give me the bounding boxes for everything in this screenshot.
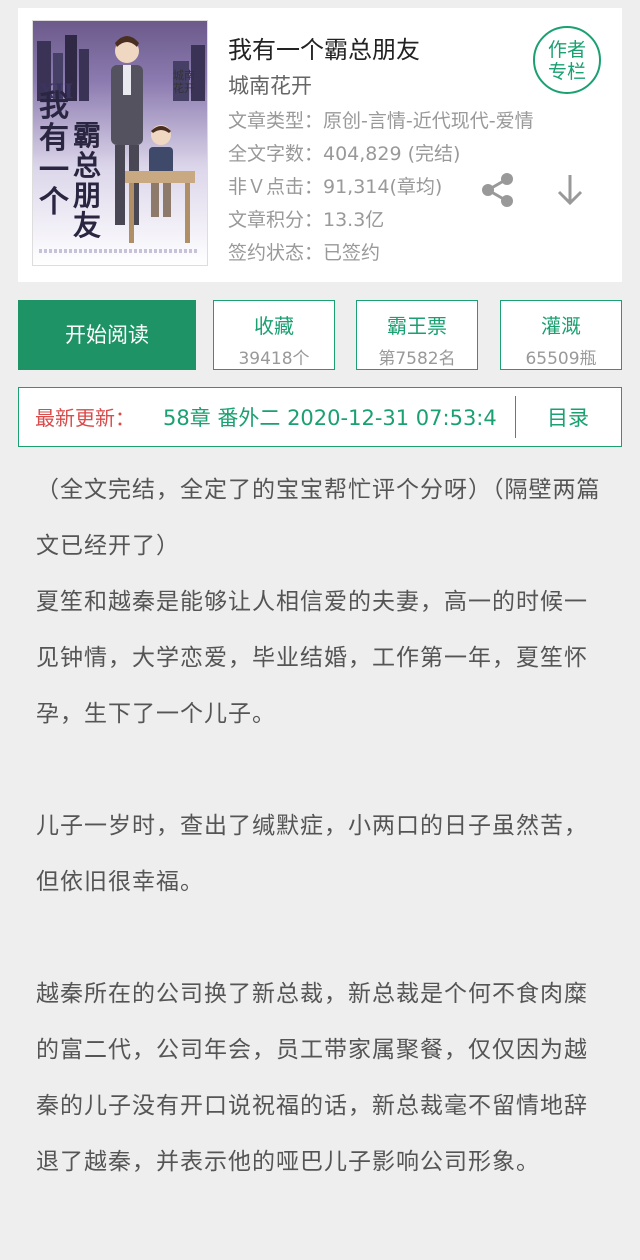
- synopsis: （全文完结，全定了的宝宝帮忙评个分呀）（隔壁两篇文已经开了） 夏笙和越秦是能够让…: [36, 462, 606, 1190]
- synopsis-paragraph: 越秦所在的公司换了新总裁，新总裁是个何不食肉糜的富二代，公司年会，员工带家属聚餐…: [36, 981, 588, 1175]
- divider: [515, 396, 516, 438]
- overlord-ticket-button[interactable]: 霸王票 第7582名: [356, 300, 478, 370]
- badge-line1: 作者: [547, 39, 586, 61]
- irrigate-count: 65509瓶: [525, 349, 597, 369]
- favorite-label: 收藏: [254, 314, 294, 338]
- info-genre: 文章类型：原创-言情-近代现代-爱情: [228, 110, 534, 132]
- cover-title-col1: 我有一个: [39, 89, 69, 220]
- info-score: 文章积分：13.3亿: [228, 209, 385, 231]
- synopsis-paragraph: （全文完结，全定了的宝宝帮忙评个分呀）（隔壁两篇文已经开了）: [36, 477, 601, 559]
- author-column-badge[interactable]: 作者 专栏: [533, 26, 601, 94]
- latest-update-label: 最新更新：: [35, 406, 135, 430]
- ticket-rank: 第7582名: [378, 349, 456, 369]
- table-of-contents-button[interactable]: 目录: [547, 388, 589, 448]
- book-header-card: XII 我有一个 霸总朋友 城南花开 我有一个霸总朋友 城南花开 文章类型：原创…: [18, 8, 622, 282]
- cover-desk-leg: [129, 183, 134, 243]
- synopsis-paragraph: 夏笙和越秦是能够让人相信爱的夫妻，高一的时候一见钟情，大学恋爱，毕业结婚，工作第…: [36, 589, 588, 727]
- cover-author: 城南花开: [173, 69, 195, 95]
- download-icon[interactable]: [553, 172, 587, 208]
- irrigate-button[interactable]: 灌溉 65509瓶: [500, 300, 622, 370]
- start-reading-button[interactable]: 开始阅读: [18, 300, 196, 370]
- ticket-label: 霸王票: [387, 314, 447, 338]
- cover-desk-leg: [185, 183, 190, 243]
- info-clicks: 非Ｖ点击：91,314(章均): [228, 176, 443, 198]
- latest-chapter-link[interactable]: 58章 番外二 2020-12-31 07:53:4: [163, 388, 521, 446]
- book-title: 我有一个霸总朋友: [228, 36, 420, 64]
- favorite-count: 39418个: [238, 349, 310, 369]
- book-cover[interactable]: XII 我有一个 霸总朋友 城南花开: [32, 20, 208, 266]
- badge-line2: 专栏: [547, 61, 586, 83]
- cover-title-col2: 霸总朋友: [73, 119, 102, 242]
- info-word-count: 全文字数：404,829 (完结): [228, 143, 461, 165]
- cover-footer-decoration: [39, 249, 199, 253]
- share-icon[interactable]: [478, 170, 518, 210]
- cover-desk: [125, 171, 195, 183]
- author-name[interactable]: 城南花开: [228, 70, 312, 100]
- irrigate-label: 灌溉: [541, 314, 581, 338]
- info-contract-status: 签约状态：已签约: [228, 242, 381, 264]
- synopsis-paragraph: 儿子一岁时，查出了缄默症，小两口的日子虽然苦，但依旧很幸福。: [36, 813, 588, 895]
- latest-update-bar: 最新更新： 58章 番外二 2020-12-31 07:53:4 目录: [18, 387, 622, 447]
- favorite-button[interactable]: 收藏 39418个: [213, 300, 335, 370]
